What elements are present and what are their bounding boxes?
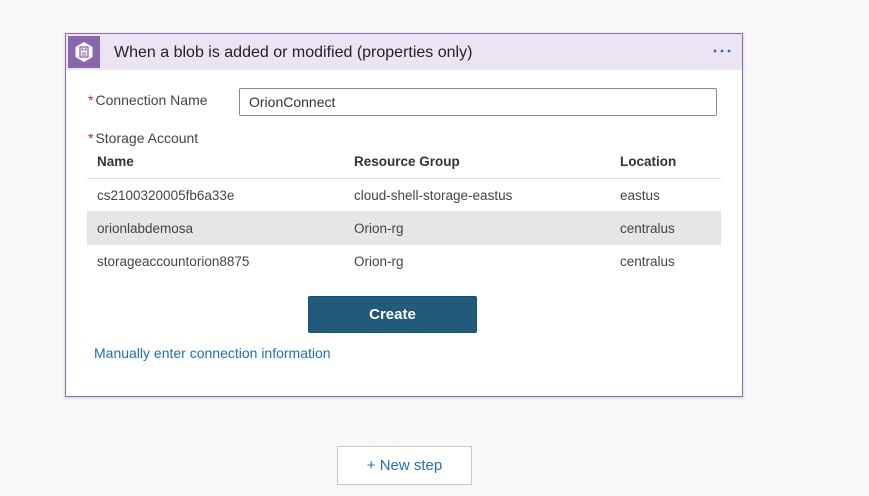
cell-location: eastus [620, 187, 660, 203]
new-step-button[interactable]: + New step [337, 446, 472, 485]
trigger-card: When a blob is added or modified (proper… [65, 33, 743, 397]
cell-resource-group: Orion-rg [354, 220, 404, 236]
ellipsis-icon [713, 49, 731, 53]
cell-location: centralus [620, 253, 675, 269]
connection-name-input[interactable] [239, 88, 717, 116]
create-button[interactable]: Create [308, 296, 477, 333]
connection-name-label: * Connection Name [88, 92, 208, 108]
connection-name-text: Connection Name [95, 92, 208, 108]
column-header-location: Location [610, 144, 721, 179]
table-row[interactable]: cs2100320005fb6a33e cloud-shell-storage-… [87, 179, 721, 212]
cell-resource-group: cloud-shell-storage-eastus [354, 187, 513, 203]
card-title: When a blob is added or modified (proper… [114, 44, 473, 61]
cell-name: storageaccountorion8875 [97, 253, 250, 269]
required-mark: * [88, 92, 94, 108]
storage-account-table: Name Resource Group Location cs210032000… [87, 144, 721, 277]
manual-connection-link[interactable]: Manually enter connection information [94, 345, 331, 361]
cell-name: orionlabdemosa [97, 220, 194, 236]
cell-resource-group: Orion-rg [354, 253, 404, 269]
cell-location: centralus [620, 220, 675, 236]
card-header[interactable]: When a blob is added or modified (proper… [66, 34, 742, 70]
column-header-name: Name [87, 144, 344, 179]
cell-name: cs2100320005fb6a33e [97, 187, 235, 203]
table-row-selected[interactable]: orionlabdemosa Orion-rg centralus [87, 211, 721, 245]
column-header-resource-group: Resource Group [344, 144, 610, 179]
more-options-button[interactable] [711, 40, 733, 62]
blob-storage-icon [68, 36, 100, 68]
table-row[interactable]: storageaccountorion8875 Orion-rg central… [87, 245, 721, 278]
